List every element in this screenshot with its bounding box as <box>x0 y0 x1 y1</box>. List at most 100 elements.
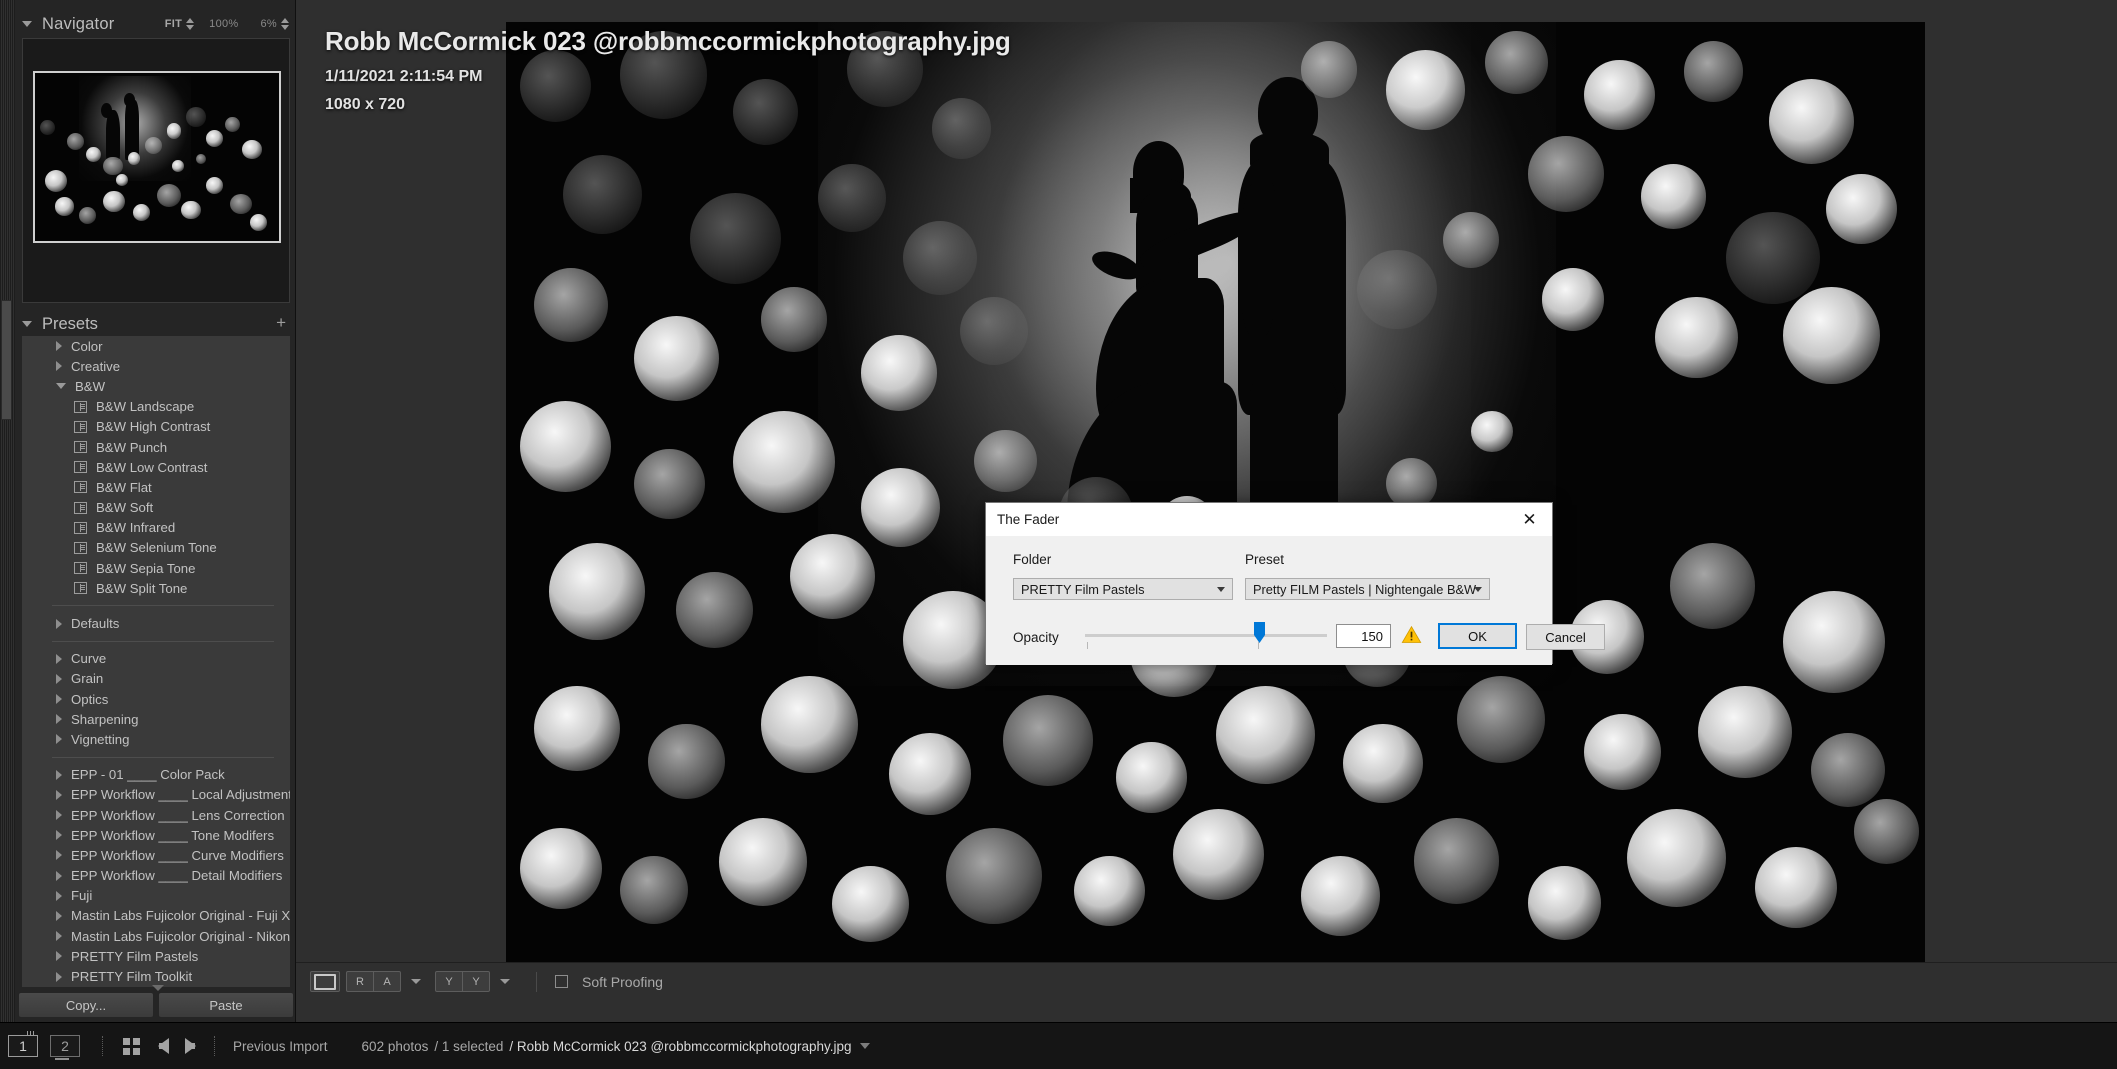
chevron-right-icon[interactable] <box>56 653 62 664</box>
survey-right-button[interactable]: Y <box>462 971 490 992</box>
preset-group-mastin-nikon[interactable]: Mastin Labs Fujicolor Original - Nikon <box>22 926 290 946</box>
preset-item[interactable]: B&W Low Contrast <box>22 457 290 477</box>
panel-collapse-arrow-icon[interactable] <box>152 985 164 991</box>
add-preset-icon[interactable]: + <box>276 314 286 331</box>
preset-group-fuji[interactable]: Fuji <box>22 886 290 906</box>
survey-options-caret-icon[interactable] <box>500 979 510 984</box>
preset-group-color[interactable]: Color <box>22 336 290 356</box>
navigator-zoom-stepper[interactable] <box>281 17 290 31</box>
preset-group-pretty-film-toolkit[interactable]: PRETTY Film Toolkit <box>22 966 290 986</box>
presets-list[interactable]: Color Creative B&W B&W Landscape B&W Hig… <box>22 336 290 987</box>
filter-caret-icon[interactable] <box>859 1043 870 1049</box>
chevron-right-icon[interactable] <box>56 694 62 705</box>
chevron-right-icon[interactable] <box>56 810 62 821</box>
opacity-slider-track[interactable] <box>1085 634 1327 637</box>
chevron-right-icon[interactable] <box>56 769 62 780</box>
chevron-down-icon[interactable] <box>1474 586 1482 592</box>
navigator-fit-stepper[interactable] <box>186 17 195 31</box>
preset-item[interactable]: B&W Selenium Tone <box>22 538 290 558</box>
preset-item[interactable]: B&W Infrared <box>22 518 290 538</box>
preset-group-epp-detail-modifiers[interactable]: EPP Workflow ____ Detail Modifiers <box>22 866 290 886</box>
chevron-right-icon[interactable] <box>56 714 62 725</box>
chevron-right-icon[interactable] <box>56 870 62 881</box>
copy-button[interactable]: Copy... <box>18 992 154 1018</box>
chevron-right-icon[interactable] <box>56 341 62 352</box>
navigator-fit-label[interactable]: FIT <box>165 18 182 30</box>
presets-header[interactable]: Presets + <box>22 312 290 336</box>
preset-group-pretty-film-pastels[interactable]: PRETTY Film Pastels <box>22 946 290 966</box>
preset-group-epp-color-pack[interactable]: EPP - 01 ____ Color Pack <box>22 765 290 785</box>
preset-group-epp-tone-modifers[interactable]: EPP Workflow ____ Tone Modifers <box>22 825 290 845</box>
navigator-thumbnail[interactable] <box>33 71 281 243</box>
chevron-right-icon[interactable] <box>56 830 62 841</box>
preset-group-vignetting[interactable]: Vignetting <box>22 729 290 749</box>
chevron-right-icon[interactable] <box>56 361 62 372</box>
preset-item[interactable]: B&W Split Tone <box>22 578 290 598</box>
soft-proofing-checkbox[interactable] <box>555 975 568 988</box>
source-label[interactable]: Previous Import <box>233 1039 328 1054</box>
chevron-right-icon[interactable] <box>56 890 62 901</box>
soft-proofing-label[interactable]: Soft Proofing <box>582 974 663 990</box>
loupe-view-button[interactable] <box>310 971 340 992</box>
preset-item[interactable]: B&W Landscape <box>22 397 290 417</box>
preset-item[interactable]: B&W Soft <box>22 498 290 518</box>
preset-group-optics[interactable]: Optics <box>22 689 290 709</box>
chevron-right-icon[interactable] <box>56 850 62 861</box>
chevron-down-icon[interactable] <box>56 383 66 390</box>
compare-options-caret-icon[interactable] <box>411 979 421 984</box>
preset-item[interactable]: B&W Sepia Tone <box>22 558 290 578</box>
chevron-down-icon[interactable] <box>22 321 32 327</box>
chevron-down-icon[interactable] <box>1217 586 1225 592</box>
preset-group-curve[interactable]: Curve <box>22 649 290 669</box>
chevron-right-icon[interactable] <box>56 971 62 982</box>
preset-item[interactable]: B&W Flat <box>22 477 290 497</box>
chevron-right-icon[interactable] <box>56 789 62 800</box>
preset-group-epp-local-adjustment[interactable]: EPP Workflow ____ Local Adjustment Tools <box>22 785 290 805</box>
preset-group-epp-curve-modifiers[interactable]: EPP Workflow ____ Curve Modifiers <box>22 845 290 865</box>
preset-item[interactable]: B&W High Contrast <box>22 417 290 437</box>
preset-group-epp-lens-correction[interactable]: EPP Workflow ____ Lens Correction <box>22 805 290 825</box>
list-divider <box>52 605 274 607</box>
opacity-value-input[interactable]: 150 <box>1336 624 1391 648</box>
preset-group-mastin-fuji[interactable]: Mastin Labs Fujicolor Original - Fuji X … <box>22 906 290 926</box>
preset-item-label: B&W Infrared <box>96 520 176 536</box>
previous-photo-arrow-icon[interactable] <box>158 1038 169 1054</box>
compare-before-button[interactable]: R <box>346 971 374 992</box>
main-photo-canvas[interactable] <box>506 22 1925 970</box>
close-icon[interactable]: ✕ <box>1507 503 1552 536</box>
preset-item[interactable]: B&W Punch <box>22 437 290 457</box>
screen-one-button[interactable]: 1 <box>8 1031 38 1057</box>
dialog-titlebar[interactable]: The Fader ✕ <box>986 503 1552 536</box>
next-photo-arrow-icon[interactable] <box>185 1038 196 1054</box>
chevron-right-icon[interactable] <box>56 951 62 962</box>
survey-left-button[interactable]: Y <box>435 971 463 992</box>
preset-group-sharpening[interactable]: Sharpening <box>22 709 290 729</box>
preset-icon <box>74 562 87 575</box>
survey-view-group[interactable]: Y Y <box>435 971 490 992</box>
navigator-zoom-current[interactable]: 6% <box>261 18 278 30</box>
preset-group-grain[interactable]: Grain <box>22 669 290 689</box>
compare-after-button[interactable]: A <box>373 971 401 992</box>
navigator-zoom-100[interactable]: 100% <box>209 18 238 30</box>
navigator-header[interactable]: Navigator FIT 100% 6% <box>22 12 290 36</box>
chevron-right-icon[interactable] <box>56 931 62 942</box>
preset-group-creative[interactable]: Creative <box>22 356 290 376</box>
paste-button[interactable]: Paste <box>158 992 294 1018</box>
chevron-right-icon[interactable] <box>56 673 62 684</box>
opacity-slider-thumb[interactable] <box>1254 622 1265 643</box>
folder-select[interactable]: PRETTY Film Pastels <box>1013 578 1233 600</box>
grid-view-icon[interactable] <box>123 1037 140 1055</box>
chevron-right-icon[interactable] <box>56 734 62 745</box>
preset-group-defaults[interactable]: Defaults <box>22 613 290 633</box>
preset-select[interactable]: Pretty FILM Pastels | Nightengale B&W <box>1245 578 1490 600</box>
chevron-right-icon[interactable] <box>56 618 62 629</box>
chevron-down-icon[interactable] <box>22 21 32 27</box>
screen-two-button[interactable]: 2 <box>50 1035 80 1060</box>
current-file-name[interactable]: / Robb McCormick 023 @robbmccormickphoto… <box>509 1039 851 1054</box>
preset-group-bw[interactable]: B&W <box>22 376 290 396</box>
compare-view-group[interactable]: R A <box>346 971 401 992</box>
panel-resize-grip[interactable] <box>1 300 12 420</box>
cancel-button[interactable]: Cancel <box>1526 624 1605 650</box>
chevron-right-icon[interactable] <box>56 910 62 921</box>
ok-button[interactable]: OK <box>1438 623 1517 649</box>
